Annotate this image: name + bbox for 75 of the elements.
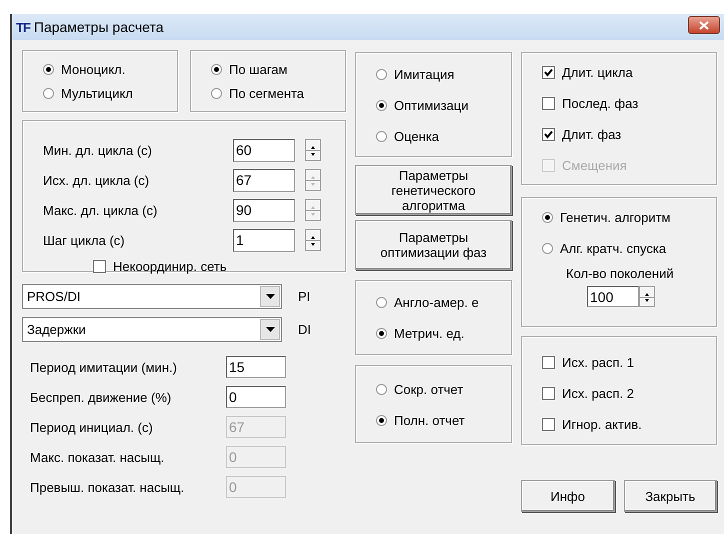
radio-button[interactable] — [211, 64, 222, 74]
field-label: Превыш. показат. насыщ. — [30, 480, 186, 494]
field-label: Шаг цикла (с) — [43, 232, 126, 248]
radio-button[interactable] — [542, 212, 553, 223]
radio-label: По сегмента — [229, 86, 304, 100]
dropdown-label: PI — [298, 289, 310, 304]
close-button[interactable] — [688, 16, 720, 34]
radio-button[interactable] — [376, 69, 387, 80]
radio-button[interactable] — [376, 415, 387, 426]
radio-label: Генетич. алгоритм — [560, 210, 670, 225]
field-label: Мин. дл. цикла (с) — [43, 142, 154, 158]
radio-label: По шагам — [229, 62, 288, 76]
dialog-button[interactable]: Инфо — [521, 480, 614, 512]
radio-label: Метрич. ед. — [394, 326, 464, 341]
radio-label: Оценка — [394, 129, 440, 144]
dropdown[interactable]: PROS/DI — [22, 284, 282, 309]
radio-label: Моноцикл. — [61, 62, 126, 76]
radio-button[interactable] — [43, 64, 54, 74]
checkbox-label: Послед. фаз — [562, 96, 638, 111]
radio-label: Полн. отчет — [394, 413, 465, 428]
checkbox[interactable] — [542, 97, 555, 110]
spin-button[interactable] — [305, 139, 321, 161]
field-label: Исх. дл. цикла (с) — [43, 172, 150, 188]
caret-icon — [266, 327, 274, 332]
field-label: Период имитации (мин.) — [30, 360, 178, 374]
phase-params-button[interactable]: Параметры оптимизации фаз — [355, 220, 512, 270]
spin-button[interactable] — [305, 229, 321, 251]
field-label: Беспреп. движение (%) — [30, 390, 172, 404]
dialog-button[interactable]: Закрыть — [624, 480, 717, 512]
window-title: Параметры расчета — [34, 19, 164, 35]
input-field[interactable]: 67 — [233, 168, 295, 192]
checkbox-label: Длит. цикла — [562, 65, 633, 80]
close-icon — [699, 20, 709, 30]
radio-label: Сокр. отчет — [394, 382, 464, 397]
spin-button[interactable] — [639, 286, 655, 307]
caret-icon — [266, 294, 274, 299]
dropdown-label: DI — [298, 322, 311, 337]
radio-button[interactable] — [376, 384, 387, 395]
checkbox-label: Длит. фаз — [562, 127, 622, 142]
input-field[interactable]: 1 — [233, 228, 295, 252]
checkbox[interactable] — [542, 387, 555, 400]
checkbox-label: Игнор. актив. — [562, 417, 642, 432]
genetic-params-button[interactable]: Параметры генетического алгоритма — [355, 165, 512, 215]
field-label: Макс. показат. насыщ. — [30, 450, 166, 464]
radio-button[interactable] — [542, 243, 553, 254]
dropdown[interactable]: Задержки — [22, 317, 282, 342]
radio-button[interactable] — [376, 100, 387, 111]
input-field[interactable]: 0 — [226, 386, 286, 408]
app-logo: TF — [16, 20, 30, 34]
checkbox-label: Исх. расп. 1 — [562, 355, 634, 370]
radio-button[interactable] — [376, 328, 387, 339]
checkbox[interactable] — [93, 260, 106, 272]
radio-button[interactable] — [43, 88, 54, 98]
radio-button[interactable] — [376, 131, 387, 142]
radio-button[interactable] — [376, 297, 387, 308]
input-field[interactable]: 15 — [226, 356, 286, 378]
field-label: Макс. дл. цикла (с) — [43, 202, 158, 218]
checkbox[interactable] — [542, 356, 555, 369]
radio-label: Англо-амер. е — [394, 295, 479, 310]
field-label: Период инициал. (с) — [30, 420, 154, 434]
input-field[interactable]: 100 — [587, 286, 639, 307]
checkbox-label: Смещения — [562, 158, 627, 173]
radio-label: Оптимизаци — [394, 98, 468, 113]
checkbox-label: Некоординир. сеть — [113, 258, 227, 274]
radio-label: Имитация — [394, 67, 454, 82]
field-label: Кол-во поколений — [566, 266, 675, 281]
radio-label: Мультицикл — [61, 86, 133, 100]
checkbox[interactable] — [542, 128, 555, 141]
checkbox[interactable] — [542, 66, 555, 79]
input-field[interactable]: 60 — [233, 138, 295, 162]
checkbox-label: Исх. расп. 2 — [562, 386, 634, 401]
input-field[interactable]: 90 — [233, 198, 295, 222]
checkbox[interactable] — [542, 418, 555, 431]
radio-button[interactable] — [211, 88, 222, 98]
radio-label: Алг. кратч. спуска — [560, 241, 666, 256]
